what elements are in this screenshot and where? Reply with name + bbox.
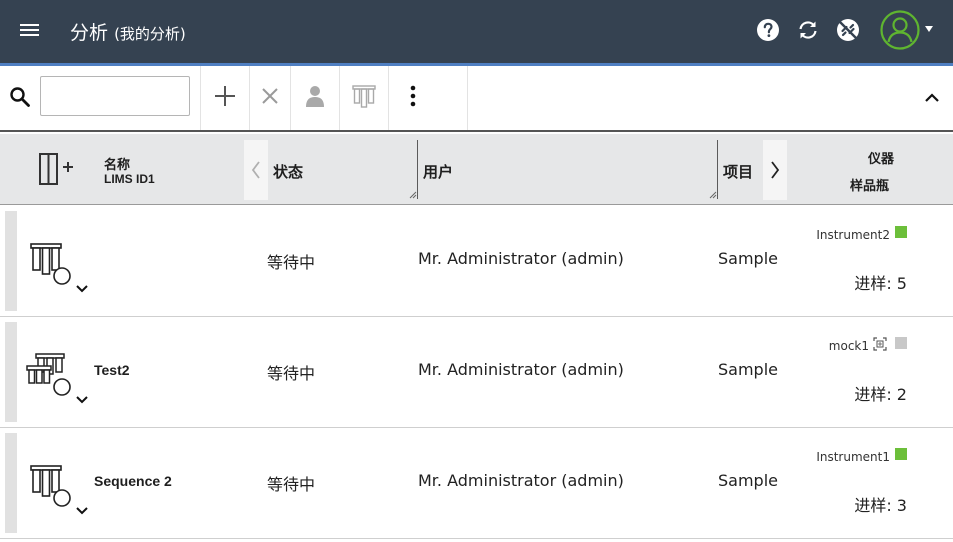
column-user[interactable]: 用户 <box>423 161 453 182</box>
add-column-icon[interactable] <box>38 152 74 186</box>
resize-grip-icon[interactable] <box>709 191 717 199</box>
avatar-dropdown-icon[interactable] <box>925 26 933 32</box>
table-row[interactable]: Sequence 2 等待中 Mr. Administrator (admin)… <box>0 428 953 539</box>
row-instrument: mock1 <box>828 339 869 353</box>
refresh-icon[interactable] <box>796 18 820 42</box>
row-user: Mr. Administrator (admin) <box>418 249 624 268</box>
table-row[interactable]: 等待中 Mr. Administrator (admin) Sample Ins… <box>0 206 953 317</box>
expand-chevron-icon[interactable] <box>75 395 89 405</box>
instrument-status-badge <box>895 337 907 349</box>
instrument-scan-icon[interactable] <box>873 337 887 351</box>
column-status[interactable]: 状态 <box>273 161 303 182</box>
toolbar-divider <box>388 66 389 130</box>
scroll-right-icon[interactable] <box>763 140 787 200</box>
collapse-up-icon[interactable] <box>921 87 943 109</box>
scroll-left-icon[interactable] <box>244 140 268 200</box>
row-project: Sample <box>718 471 778 490</box>
instrument-status-badge <box>895 448 907 460</box>
column-instrument[interactable]: 仪器 <box>868 148 894 167</box>
menu-icon[interactable] <box>20 22 40 38</box>
resize-grip-icon[interactable] <box>409 191 417 199</box>
search-input[interactable] <box>40 76 190 116</box>
row-project: Sample <box>718 249 778 268</box>
row-selector[interactable] <box>5 433 17 533</box>
row-name: Sequence 2 <box>94 473 172 489</box>
toolbar-divider <box>249 66 250 130</box>
row-project: Sample <box>718 360 778 379</box>
table-row[interactable]: Test2 等待中 Mr. Administrator (admin) Samp… <box>0 317 953 428</box>
disconnected-icon[interactable] <box>836 18 860 42</box>
row-injections: 进样: 3 <box>854 496 907 515</box>
vials-single-icon <box>30 243 71 285</box>
column-lims-id[interactable]: LIMS ID1 <box>104 172 155 186</box>
row-status: 等待中 <box>267 364 316 383</box>
toolbar <box>0 66 953 132</box>
app-header: 分析 (我的分析) <box>0 0 953 63</box>
column-name[interactable]: 名称 <box>104 154 130 173</box>
row-selector[interactable] <box>5 322 17 422</box>
delete-icon[interactable] <box>257 83 283 109</box>
vials-single-icon <box>30 465 71 507</box>
toolbar-divider <box>467 66 468 130</box>
toolbar-divider <box>200 66 201 130</box>
table-header: 名称 LIMS ID1 状态 用户 项目 仪器 样品瓶 <box>0 134 953 205</box>
expand-chevron-icon[interactable] <box>75 506 89 516</box>
row-name: Test2 <box>94 362 130 378</box>
page-title-main: 分析 <box>70 22 109 44</box>
instrument-status-badge <box>895 226 907 238</box>
user-icon[interactable] <box>302 83 328 109</box>
row-user: Mr. Administrator (admin) <box>418 471 624 490</box>
column-vial[interactable]: 样品瓶 <box>850 175 889 194</box>
vials-multi-icon <box>26 353 71 396</box>
row-instrument: Instrument1 <box>816 450 890 464</box>
column-divider <box>717 140 718 199</box>
row-injections: 进样: 5 <box>854 274 907 293</box>
row-status: 等待中 <box>267 253 316 272</box>
toolbar-divider <box>339 66 340 130</box>
vials-icon[interactable] <box>351 83 377 109</box>
add-icon[interactable] <box>212 83 238 109</box>
more-vertical-icon[interactable] <box>400 83 426 109</box>
page-title: 分析 (我的分析) <box>70 18 186 45</box>
search-icon <box>10 87 30 107</box>
row-injections: 进样: 2 <box>854 385 907 404</box>
row-status: 等待中 <box>267 475 316 494</box>
row-instrument: Instrument2 <box>816 228 890 242</box>
column-project[interactable]: 项目 <box>723 161 753 182</box>
help-icon[interactable] <box>756 18 780 42</box>
page-title-sub: (我的分析) <box>114 25 186 43</box>
toolbar-divider <box>290 66 291 130</box>
column-divider <box>417 140 418 199</box>
row-selector[interactable] <box>5 211 17 311</box>
user-avatar-icon[interactable] <box>880 10 920 50</box>
row-user: Mr. Administrator (admin) <box>418 360 624 379</box>
expand-chevron-icon[interactable] <box>75 284 89 294</box>
